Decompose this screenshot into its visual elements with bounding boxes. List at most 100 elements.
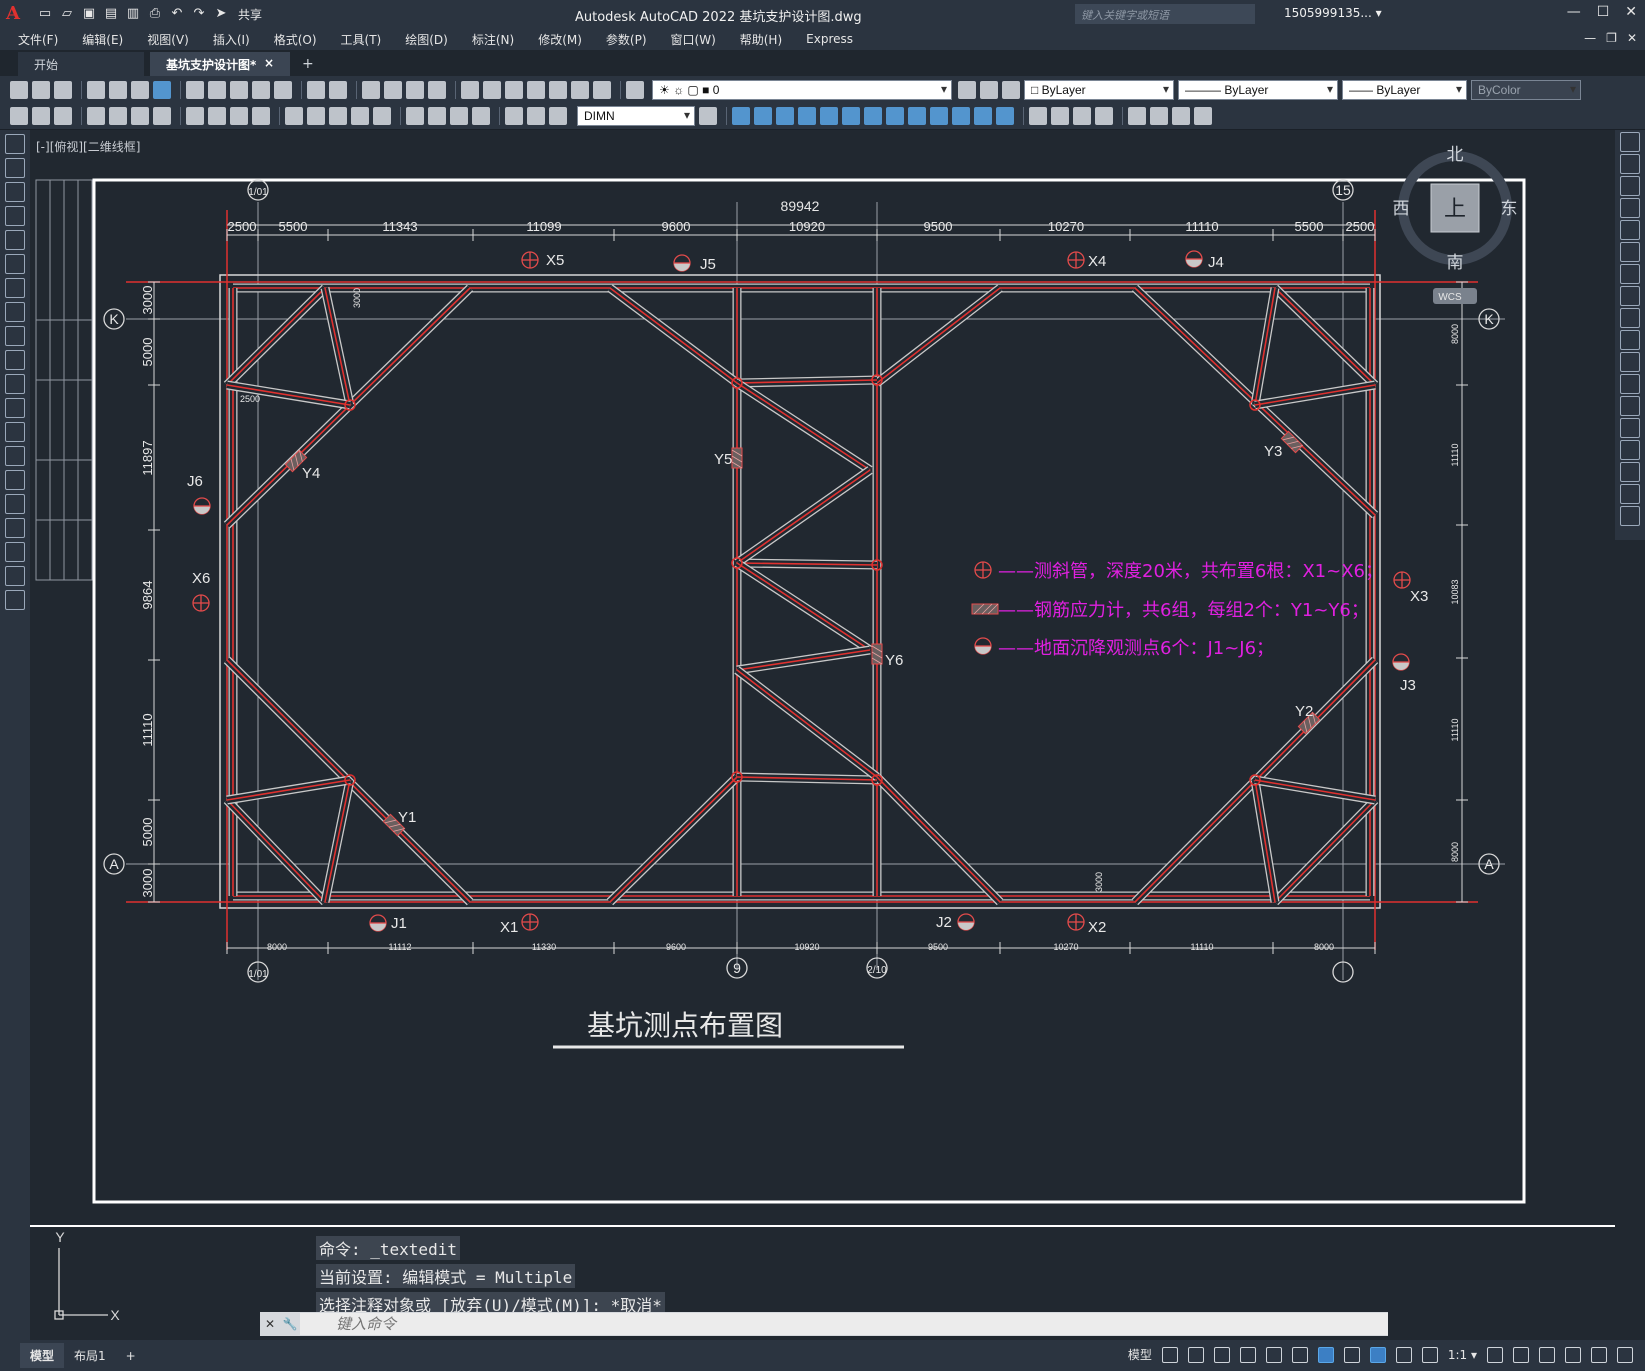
spline-tool-icon[interactable] [5, 326, 25, 346]
rectangle-tool-icon[interactable] [5, 230, 25, 250]
insert-block-icon[interactable] [1128, 107, 1146, 125]
erase-icon[interactable] [1620, 132, 1640, 152]
viewcube-east[interactable]: 东 [1501, 199, 1518, 219]
continue-dim-icon[interactable] [329, 107, 347, 125]
sheet-set-icon[interactable] [527, 80, 545, 99]
add-layout-icon[interactable]: + [116, 1345, 146, 1367]
user-account[interactable]: 1505999135... ▾ [1284, 6, 1382, 20]
modify-scale-icon[interactable] [886, 107, 904, 125]
modify-move-icon[interactable] [842, 107, 860, 125]
revision-cloud-icon[interactable] [5, 302, 25, 322]
grid-icon[interactable] [1161, 1346, 1178, 1363]
inclinometer-marker[interactable]: X6 [192, 570, 210, 612]
settlement-marker[interactable]: J6 [187, 473, 211, 515]
share-label[interactable]: 共享 [238, 6, 262, 23]
trim-icon[interactable] [1620, 330, 1640, 350]
make-current-layer-icon[interactable] [958, 80, 976, 99]
ellipse-arc-icon[interactable] [5, 374, 25, 394]
workspace-gear-icon[interactable] [1487, 1346, 1503, 1363]
dim-edit-icon[interactable] [505, 107, 523, 125]
ordinate-dim-icon[interactable] [153, 107, 171, 125]
modify-trim-icon[interactable] [930, 107, 948, 125]
ortho-icon[interactable] [1213, 1346, 1230, 1363]
radius-dim-icon[interactable] [186, 107, 204, 125]
mtext-tool-icon[interactable] [5, 566, 25, 586]
viewcube[interactable]: 上 北 南 东 西 WCS [1393, 145, 1518, 304]
zoom-previous-icon[interactable] [428, 80, 446, 99]
undo-toolbar-icon[interactable] [307, 80, 325, 99]
break-at-point-icon[interactable] [1620, 374, 1640, 394]
menu-dimension[interactable]: 标注(N) [472, 31, 514, 48]
dim-break-icon[interactable] [373, 107, 391, 125]
angular-dim-icon[interactable] [252, 107, 270, 125]
inclinometer-marker[interactable]: X2 [1067, 913, 1106, 936]
undo-icon[interactable]: ↶ [168, 5, 186, 23]
drawing-canvas[interactable]: 89942 2500 5500 11343 11099 9600 10920 9500 102… [30, 130, 1615, 1340]
auto-scale-icon[interactable] [1395, 1346, 1412, 1363]
table-tool-icon[interactable] [5, 542, 25, 562]
clip-icon[interactable] [1194, 107, 1212, 125]
minimize-icon[interactable]: — [1567, 4, 1581, 20]
plot-toolbar-icon[interactable] [87, 80, 105, 99]
annotate-visibility-icon[interactable] [54, 107, 72, 125]
modify-break-icon[interactable] [974, 107, 992, 125]
modify-erase-icon[interactable] [732, 107, 750, 125]
pan-icon[interactable] [362, 80, 380, 99]
modify-offset-icon[interactable] [798, 107, 816, 125]
viewport-controls[interactable]: [-][俯视][二维线框] [36, 138, 140, 155]
redo-icon[interactable]: ↷ [190, 5, 208, 23]
arc-length-dim-icon[interactable] [131, 107, 149, 125]
linear-dim-icon[interactable] [87, 107, 105, 125]
dimstyle-manager-icon[interactable] [699, 107, 717, 125]
modify-chamfer-icon[interactable] [1029, 107, 1047, 125]
modify-explode-icon[interactable] [1095, 107, 1113, 125]
blend-curves-icon[interactable] [1620, 484, 1640, 504]
tolerance-icon[interactable] [406, 107, 424, 125]
menu-file[interactable]: 文件(F) [18, 31, 58, 48]
properties-icon[interactable] [461, 80, 479, 99]
plot-icon[interactable]: ⎙ [146, 5, 164, 23]
dim-space-icon[interactable] [351, 107, 369, 125]
inclinometer-marker[interactable]: X5 [521, 251, 564, 269]
circle-tool-icon[interactable] [5, 278, 25, 298]
viewcube-south[interactable]: 南 [1447, 253, 1464, 273]
array-icon[interactable] [1620, 220, 1640, 240]
modify-extend-icon[interactable] [952, 107, 970, 125]
block-editor-icon[interactable] [274, 80, 292, 99]
publish-toolbar-icon[interactable] [131, 80, 149, 99]
tab-close-icon[interactable]: × [264, 56, 274, 76]
menu-help[interactable]: 帮助(H) [740, 31, 782, 48]
aligned-dim-icon[interactable] [109, 107, 127, 125]
dim-update-icon[interactable] [549, 107, 567, 125]
lineweight-icon[interactable] [1343, 1346, 1360, 1363]
hardware-acceleration-icon[interactable] [1565, 1346, 1581, 1363]
tab-start[interactable]: 开始 [18, 52, 144, 76]
tab-layout1[interactable]: 布局1 [64, 1343, 116, 1368]
maximize-icon[interactable]: ☐ [1597, 4, 1610, 20]
rebar-gauge-marker[interactable]: Y4 [284, 449, 320, 482]
rebar-gauge-marker[interactable]: Y5 [714, 447, 743, 469]
new-file-icon[interactable]: ▭ [36, 5, 54, 23]
markup-icon[interactable] [549, 80, 567, 99]
save-icon[interactable]: ▣ [80, 5, 98, 23]
polar-icon[interactable] [1239, 1346, 1256, 1363]
isolate-objects-icon[interactable] [1539, 1346, 1555, 1363]
attach-icon[interactable] [1150, 107, 1168, 125]
tab-model[interactable]: 模型 [20, 1343, 65, 1368]
line-tool-icon[interactable] [5, 134, 25, 154]
match-properties-icon[interactable] [252, 80, 270, 99]
wcs-label[interactable]: WCS [1438, 292, 1462, 303]
add-selected-icon[interactable] [5, 590, 25, 610]
construction-line-icon[interactable] [5, 158, 25, 178]
command-close-icon[interactable]: ✕ [260, 1317, 280, 1331]
isodraft-icon[interactable] [1265, 1346, 1282, 1363]
open-icon[interactable] [32, 80, 50, 99]
modify-blend-icon[interactable] [1073, 107, 1091, 125]
save-toolbar-icon[interactable] [54, 80, 72, 99]
customization-icon[interactable] [1617, 1346, 1633, 1363]
modify-copy-icon[interactable] [754, 107, 772, 125]
external-ref-icon[interactable] [1172, 107, 1190, 125]
search-input[interactable]: 键入关键字或短语 [1075, 4, 1255, 24]
join-icon[interactable] [1620, 418, 1640, 438]
modify-rotate-icon[interactable] [864, 107, 882, 125]
